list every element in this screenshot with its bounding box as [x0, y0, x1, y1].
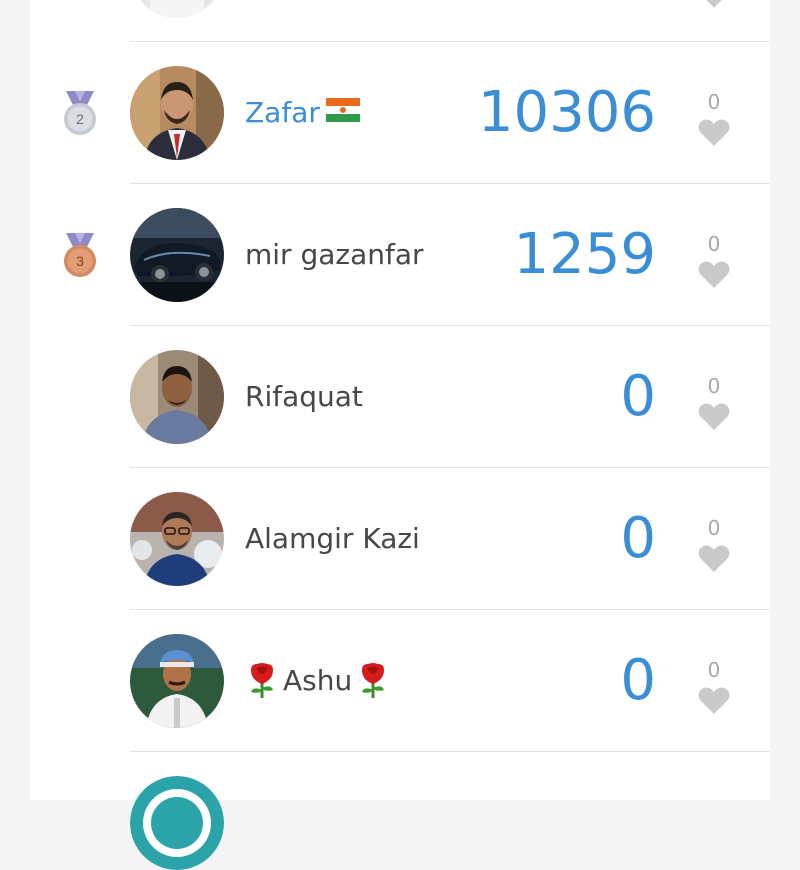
player-name[interactable]: Rifaquat [245, 376, 363, 416]
rose-icon [245, 662, 279, 698]
partial-heart-icon[interactable] [703, 0, 725, 12]
player-name-text: Ashu [283, 663, 353, 697]
like-count: 0 [707, 516, 721, 540]
like-control[interactable]: 0 [694, 232, 734, 288]
heart-icon[interactable] [698, 686, 730, 714]
avatar[interactable] [130, 350, 224, 444]
like-count: 0 [707, 658, 721, 682]
leaderboard-row[interactable]: Ashu 0 0 [30, 610, 770, 752]
player-name[interactable]: Zafar [245, 92, 360, 132]
medal-rank-text: 2 [76, 111, 84, 127]
heart-icon[interactable] [698, 402, 730, 430]
heart-icon[interactable] [698, 544, 730, 572]
bronze-medal-icon: 3 [63, 233, 97, 279]
score-value: 0 [620, 364, 656, 429]
leaderboard-row[interactable]: 3 mir gazanfar 1259 0 [30, 184, 770, 326]
partial-avatar-bottom[interactable] [130, 776, 224, 870]
leaderboard-row[interactable]: Alamgir Kazi 0 0 [30, 468, 770, 610]
avatar[interactable] [130, 208, 224, 302]
medal-rank-text: 3 [76, 253, 84, 269]
leaderboard-row[interactable]: Rifaquat 0 0 [30, 326, 770, 468]
avatar[interactable] [130, 66, 224, 160]
like-control[interactable]: 0 [694, 90, 734, 146]
like-count: 0 [707, 374, 721, 398]
like-control[interactable]: 0 [694, 516, 734, 572]
player-name-text: Rifaquat [245, 379, 363, 413]
score-value: 0 [620, 648, 656, 713]
leaderboard-row[interactable]: 2 Zafar 10306 0 [30, 42, 770, 184]
row-divider [130, 751, 770, 752]
leaderboard-list: 2 Zafar 10306 0 3 mir gazanfar 1259 0 Ri… [30, 0, 770, 870]
player-name-text: mir gazanfar [245, 237, 424, 271]
player-name[interactable]: mir gazanfar [245, 234, 424, 274]
score-value: 0 [620, 506, 656, 571]
silver-medal-icon: 2 [63, 91, 97, 137]
score-value: 10306 [477, 80, 656, 145]
like-control[interactable]: 0 [694, 374, 734, 430]
player-name-text: Alamgir Kazi [245, 521, 420, 555]
player-name[interactable]: Alamgir Kazi [245, 518, 420, 558]
player-name[interactable]: Ashu [245, 660, 390, 700]
avatar[interactable] [130, 634, 224, 728]
rose-icon [356, 662, 390, 698]
partial-avatar-top[interactable] [130, 0, 224, 18]
heart-icon[interactable] [698, 118, 730, 146]
avatar[interactable] [130, 492, 224, 586]
like-count: 0 [707, 232, 721, 256]
heart-icon[interactable] [698, 260, 730, 288]
score-value: 1259 [513, 222, 656, 287]
like-control[interactable]: 0 [694, 658, 734, 714]
like-count: 0 [707, 90, 721, 114]
niger-flag-icon [325, 96, 360, 129]
player-name-text: Zafar [245, 95, 320, 129]
